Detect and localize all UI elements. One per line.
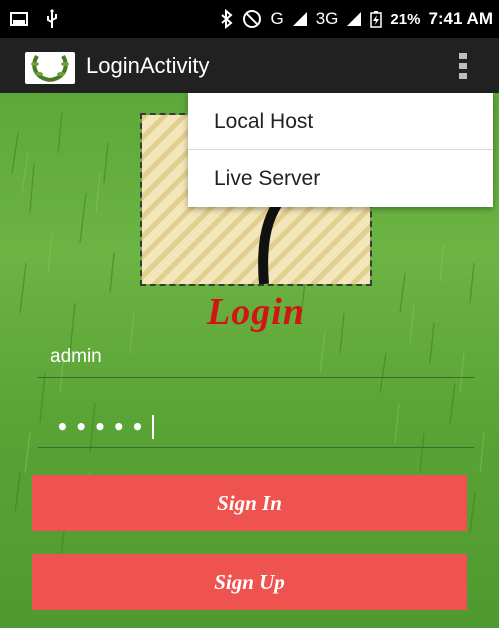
do-not-disturb-icon: [243, 10, 262, 28]
signal-icon: [292, 12, 307, 26]
sign-up-button[interactable]: Sign Up: [32, 554, 467, 610]
text-cursor: [151, 414, 154, 439]
overflow-menu-icon: [459, 53, 467, 79]
password-masked-value: •••••: [56, 414, 150, 439]
usb-icon: [47, 9, 57, 28]
overflow-menu-button[interactable]: [446, 48, 480, 84]
status-time: 7:41 AM: [428, 9, 493, 28]
overflow-dropdown-menu: Local Host Live Server: [188, 93, 493, 207]
status-bar-right: G 3G 21% 7:41 AM: [220, 0, 493, 38]
menu-item-live-server[interactable]: Live Server: [188, 150, 493, 207]
login-screen: G 3G 21% 7:41 AM LoginActivity Login adm…: [0, 0, 499, 628]
status-bar: G 3G 21% 7:41 AM: [0, 0, 499, 38]
app-logo: [25, 52, 75, 84]
screenshot-icon: [10, 12, 28, 26]
signal-icon-2: [347, 12, 362, 26]
network-type: 3G: [315, 9, 339, 28]
carrier-indicator: G: [270, 9, 284, 28]
password-input[interactable]: •••••: [38, 406, 474, 448]
menu-item-local-host[interactable]: Local Host: [188, 93, 493, 150]
app-title: LoginActivity: [86, 53, 210, 78]
bluetooth-icon: [221, 9, 234, 29]
laurel-wreath-logo-icon: [31, 54, 69, 82]
sign-in-button[interactable]: Sign In: [32, 475, 467, 531]
login-heading: Login: [207, 291, 305, 333]
username-input[interactable]: [38, 336, 474, 378]
status-bar-left: [10, 0, 60, 38]
battery-charging-icon: [370, 11, 383, 28]
battery-percent: 21%: [390, 10, 421, 28]
